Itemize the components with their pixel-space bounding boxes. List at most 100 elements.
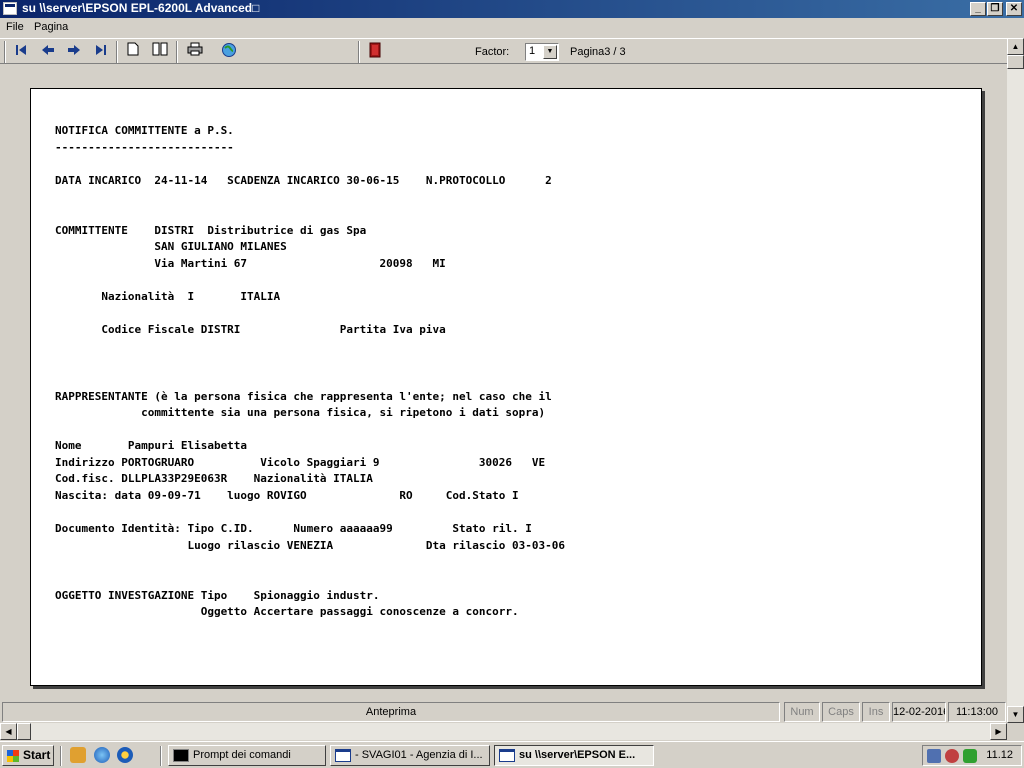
scroll-up-button[interactable]: ▲ — [1007, 38, 1024, 55]
horizontal-scrollbar[interactable]: ◀ ▶ — [0, 723, 1007, 740]
toolbar-grip — [4, 41, 6, 63]
minimize-button[interactable]: _ — [970, 2, 986, 16]
vertical-scroll-thumb[interactable] — [1007, 55, 1024, 69]
arrow-right-icon — [68, 45, 80, 55]
next-page-button[interactable] — [63, 42, 85, 62]
document-text: NOTIFICA COMMITTENTE a P.S. -------------… — [55, 123, 565, 621]
document-line: DATA INCARICO 24-11-14 SCADENZA INCARICO… — [55, 173, 552, 187]
factor-select[interactable]: 1 ▼ — [525, 43, 559, 61]
document-line: OGGETTO INVESTGAZIONE Tipo Spionaggio in… — [55, 588, 380, 602]
menu-file[interactable]: File — [6, 21, 24, 33]
print-button[interactable] — [184, 42, 206, 62]
last-page-icon — [96, 45, 106, 55]
internet-explorer-icon[interactable] — [94, 747, 110, 763]
document-line: Via Martini 67 20098 MI — [55, 256, 446, 270]
document-line: Documento Identità: Tipo C.ID. Numero aa… — [55, 522, 532, 536]
horizontal-scroll-thumb[interactable] — [17, 723, 31, 740]
document-line: NOTIFICA COMMITTENTE a P.S. — [55, 124, 234, 137]
media-player-icon[interactable] — [117, 747, 133, 763]
taskbar: Start Prompt dei comandi - SVAGI01 - Age… — [0, 741, 1024, 768]
connection-icon[interactable] — [963, 749, 977, 763]
taskbar-clock: 11.12 — [986, 749, 1013, 761]
close-button[interactable]: ✕ — [1006, 2, 1022, 16]
menu-bar: File Pagina — [0, 18, 1024, 37]
status-bar: Anteprima Num Caps Ins 12-02-2016 11:13:… — [0, 701, 1007, 723]
scroll-left-button[interactable]: ◀ — [0, 723, 17, 740]
two-pages-button[interactable] — [149, 42, 171, 62]
vertical-scrollbar[interactable]: ▲ ▼ — [1007, 38, 1024, 723]
document-line: committente sia una persona fisica, si r… — [55, 406, 546, 420]
status-mode: Anteprima — [2, 702, 780, 722]
start-button[interactable]: Start — [2, 745, 54, 766]
system-tray: 11.12 — [922, 745, 1022, 766]
document-line: RAPPRESENTANTE (è la persona fisica che … — [55, 389, 552, 403]
document-line: Cod.fisc. DLLPLA33P29E063R Nazionalità I… — [55, 472, 373, 486]
status-date: 12-02-2016 — [892, 702, 946, 722]
single-page-button[interactable] — [122, 42, 144, 62]
previous-page-button[interactable] — [37, 42, 59, 62]
first-page-icon — [16, 45, 26, 55]
network-icon[interactable] — [927, 749, 941, 763]
factor-label: Factor: — [475, 46, 510, 58]
status-ins: Ins — [862, 702, 890, 722]
document-line: Codice Fiscale DISTRI Partita Iva piva — [55, 323, 446, 337]
window-icon — [499, 749, 515, 762]
page-indicator: Pagina3 / 3 — [570, 46, 626, 58]
status-time: 11:13:00 — [948, 702, 1006, 722]
document-line: Nome Pampuri Elisabetta — [55, 439, 248, 453]
window-icon — [335, 749, 351, 762]
command-prompt-icon — [173, 749, 189, 762]
scroll-right-button[interactable]: ▶ — [990, 723, 1007, 740]
show-desktop-icon[interactable] — [70, 747, 86, 763]
document-line: --------------------------- — [55, 140, 234, 154]
status-num: Num — [784, 702, 820, 722]
exit-button[interactable] — [364, 42, 386, 62]
first-page-button[interactable] — [10, 42, 32, 62]
menu-pagina[interactable]: Pagina — [34, 21, 68, 33]
document-line: Nascita: data 09-09-71 luogo ROVIGO RO C… — [55, 489, 519, 503]
toolbar-separator — [358, 41, 360, 63]
status-caps: Caps — [822, 702, 860, 722]
globe-icon — [222, 43, 236, 57]
document-line: Nazionalità I ITALIA — [55, 289, 281, 303]
last-page-button[interactable] — [90, 42, 112, 62]
document-line: SAN GIULIANO MILANES — [55, 240, 287, 254]
windows-logo-icon — [7, 750, 19, 762]
task-command-prompt[interactable]: Prompt dei comandi — [168, 745, 326, 766]
document-line: Indirizzo PORTOGRUARO Vicolo Spaggiari 9… — [55, 455, 546, 469]
factor-value: 1 — [529, 45, 536, 57]
toolbar-separator — [116, 41, 118, 63]
scroll-down-button[interactable]: ▼ — [1007, 706, 1024, 723]
toolbar-separator — [176, 41, 178, 63]
maximize-button[interactable]: ❐ — [987, 2, 1003, 16]
taskbar-separator — [160, 746, 162, 766]
chevron-down-icon[interactable]: ▼ — [543, 45, 557, 59]
security-icon[interactable] — [945, 749, 959, 763]
task-svagi01[interactable]: - SVAGI01 - Agenzia di I... — [330, 745, 490, 766]
document-line: COMMITTENTE DISTRI Distributrice di gas … — [55, 223, 367, 237]
arrow-left-icon — [42, 45, 54, 55]
document-line: Luogo rilascio VENEZIA Dta rilascio 03-0… — [55, 538, 565, 552]
preview-page: NOTIFICA COMMITTENTE a P.S. -------------… — [30, 88, 982, 686]
task-epson-preview[interactable]: su \\server\EPSON E... — [494, 745, 654, 766]
single-page-icon — [127, 42, 139, 56]
document-line: Oggetto Accertare passaggi conoscenze a … — [55, 605, 519, 619]
title-bar[interactable]: su \\server\EPSON EPL-6200L Advanced□ _ … — [0, 0, 1024, 18]
export-button[interactable] — [218, 42, 240, 62]
start-label: Start — [23, 748, 51, 762]
window-title: su \\server\EPSON EPL-6200L Advanced□ — [22, 1, 260, 15]
window-app-icon[interactable] — [3, 2, 17, 15]
preview-area[interactable]: NOTIFICA COMMITTENTE a P.S. -------------… — [0, 65, 1007, 699]
